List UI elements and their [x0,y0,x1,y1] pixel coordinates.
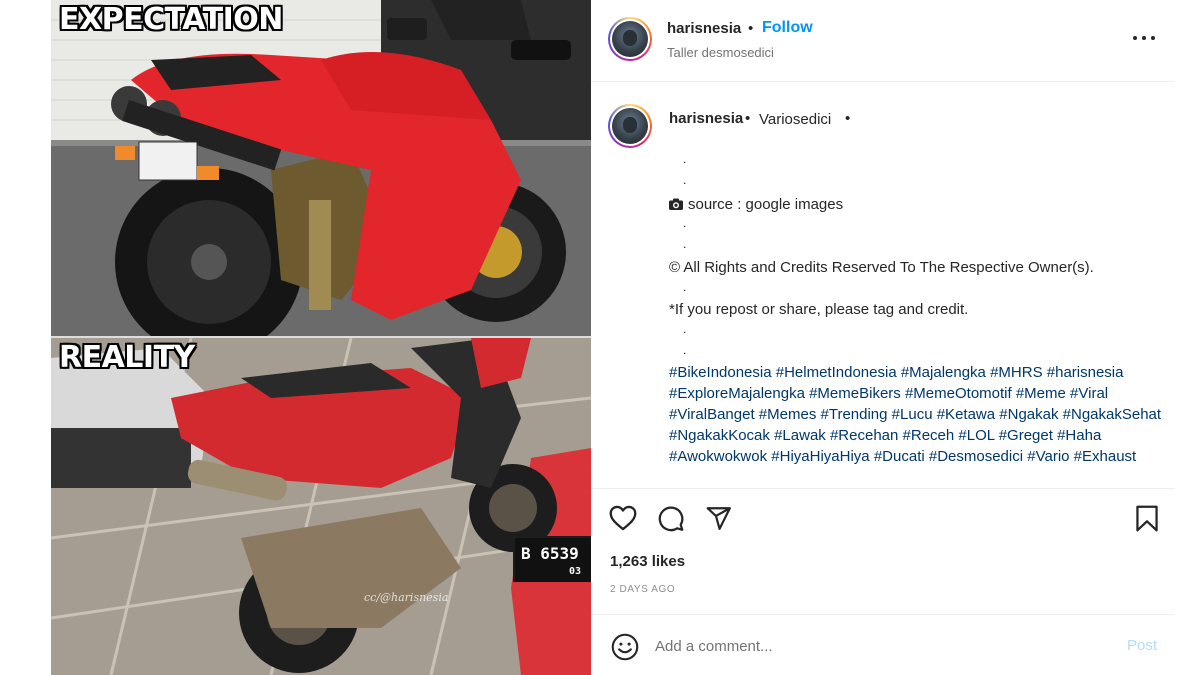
hashtag-link[interactable]: #NgakakSehat [1063,406,1161,423]
hashtag-link[interactable]: #Exhaust [1074,448,1137,465]
hashtag-link[interactable]: #NgakakKocak [669,427,770,444]
hashtag-link[interactable]: #Ngakak [999,406,1058,423]
caption-dot: . [683,173,687,187]
comment-icon[interactable] [657,505,685,532]
hashtag-link[interactable]: #Memes [759,406,817,423]
caption-avatar[interactable] [608,104,652,148]
caption-source-line: source : google images [669,196,843,213]
hashtag-list: #BikeIndonesia #HelmetIndonesia #Majalen… [669,362,1169,467]
hashtag-link[interactable]: #MemeOtomotif [905,385,1012,402]
hashtag-link[interactable]: #Awokwokwok [669,448,767,465]
hashtag-link[interactable]: #HelmetIndonesia [776,364,897,381]
hashtag-link[interactable]: #ViralBanget [669,406,755,423]
hashtag-link[interactable]: #MHRS [990,364,1043,381]
scooter-illustration [51,338,591,675]
hashtag-link[interactable]: #Meme [1016,385,1066,402]
post-side-panel: harisnesia • Follow Taller desmosedici h… [591,0,1175,675]
hashtag-link[interactable]: #MemeBikers [809,385,901,402]
likes-count[interactable]: 1,263 likes [610,553,685,570]
hashtag-link[interactable]: #Greget [999,427,1053,444]
superbike-illustration [51,0,591,336]
bookmark-icon[interactable] [1135,505,1159,532]
post-button[interactable]: Post [1127,637,1157,654]
watermark: cc/@harisnesia [364,591,449,604]
hashtag-link[interactable]: #ExploreMajalengka [669,385,805,402]
expectation-image: EXPECTATION [51,0,591,336]
camera-icon [669,198,683,210]
hashtag-link[interactable]: #Ketawa [937,406,995,423]
hashtag-link[interactable]: #Haha [1057,427,1101,444]
source-text: source : google images [688,196,844,213]
post-media[interactable]: EXPECTATION REALITY cc/@harisnesia B 653… [51,0,591,675]
header-username[interactable]: harisnesia [667,20,741,37]
caption-dot: . [683,152,687,166]
post-actions: 1,263 likes 2 DAYS AGO [591,488,1175,628]
caption-username[interactable]: harisnesia [669,110,743,127]
caption-dot: . [683,280,687,294]
post-header: harisnesia • Follow Taller desmosedici [591,0,1175,82]
license-plate-sub: 03 [569,566,582,577]
caption-dot: . [683,343,687,357]
rights-text: © All Rights and Credits Reserved To The… [669,259,1094,276]
caption-location: Variosedici [759,111,832,128]
hashtag-link[interactable]: #LOL [958,427,994,444]
license-plate: B 6539 [521,544,579,563]
comment-bar: Post [591,614,1175,675]
reality-caption: REALITY [59,340,195,375]
comment-input[interactable] [655,634,1095,658]
smiley-icon[interactable] [611,633,639,661]
hashtag-link[interactable]: #Lawak [774,427,826,444]
caption-dot: . [683,322,687,336]
caption-separator-2: • [845,110,851,127]
header-separator: • [748,20,754,37]
hashtag-link[interactable]: #Trending [821,406,888,423]
heart-icon[interactable] [609,505,637,531]
hashtag-link[interactable]: #Ducati [874,448,925,465]
hashtag-link[interactable]: #Desmosedici [929,448,1023,465]
paper-plane-icon[interactable] [705,505,733,531]
hashtag-link[interactable]: #Recehan [830,427,898,444]
caption-dot: . [683,216,687,230]
hashtag-link[interactable]: #Majalengka [901,364,986,381]
reality-image: REALITY cc/@harisnesia B 6539 03 [51,338,591,675]
hashtag-link[interactable]: #HiyaHiyaHiya [771,448,869,465]
header-location[interactable]: Taller desmosedici [667,45,774,60]
repost-text: *If you repost or share, please tag and … [669,301,969,318]
hashtag-link[interactable]: #Lucu [892,406,933,423]
expectation-caption: EXPECTATION [59,2,283,37]
hashtag-link[interactable]: #harisnesia [1047,364,1124,381]
avatar[interactable] [608,17,652,61]
more-options-icon[interactable] [1129,26,1159,50]
caption-dot: . [683,237,687,251]
post-timestamp: 2 DAYS AGO [610,584,676,595]
hashtag-link[interactable]: #Receh [903,427,955,444]
hashtag-link[interactable]: #Vario [1027,448,1069,465]
post-caption: harisnesia • Variosedici • . . source : … [591,84,1175,487]
hashtag-link[interactable]: #BikeIndonesia [669,364,772,381]
hashtag-link[interactable]: #Viral [1070,385,1108,402]
caption-separator: • [745,110,751,127]
follow-button[interactable]: Follow [762,19,813,37]
